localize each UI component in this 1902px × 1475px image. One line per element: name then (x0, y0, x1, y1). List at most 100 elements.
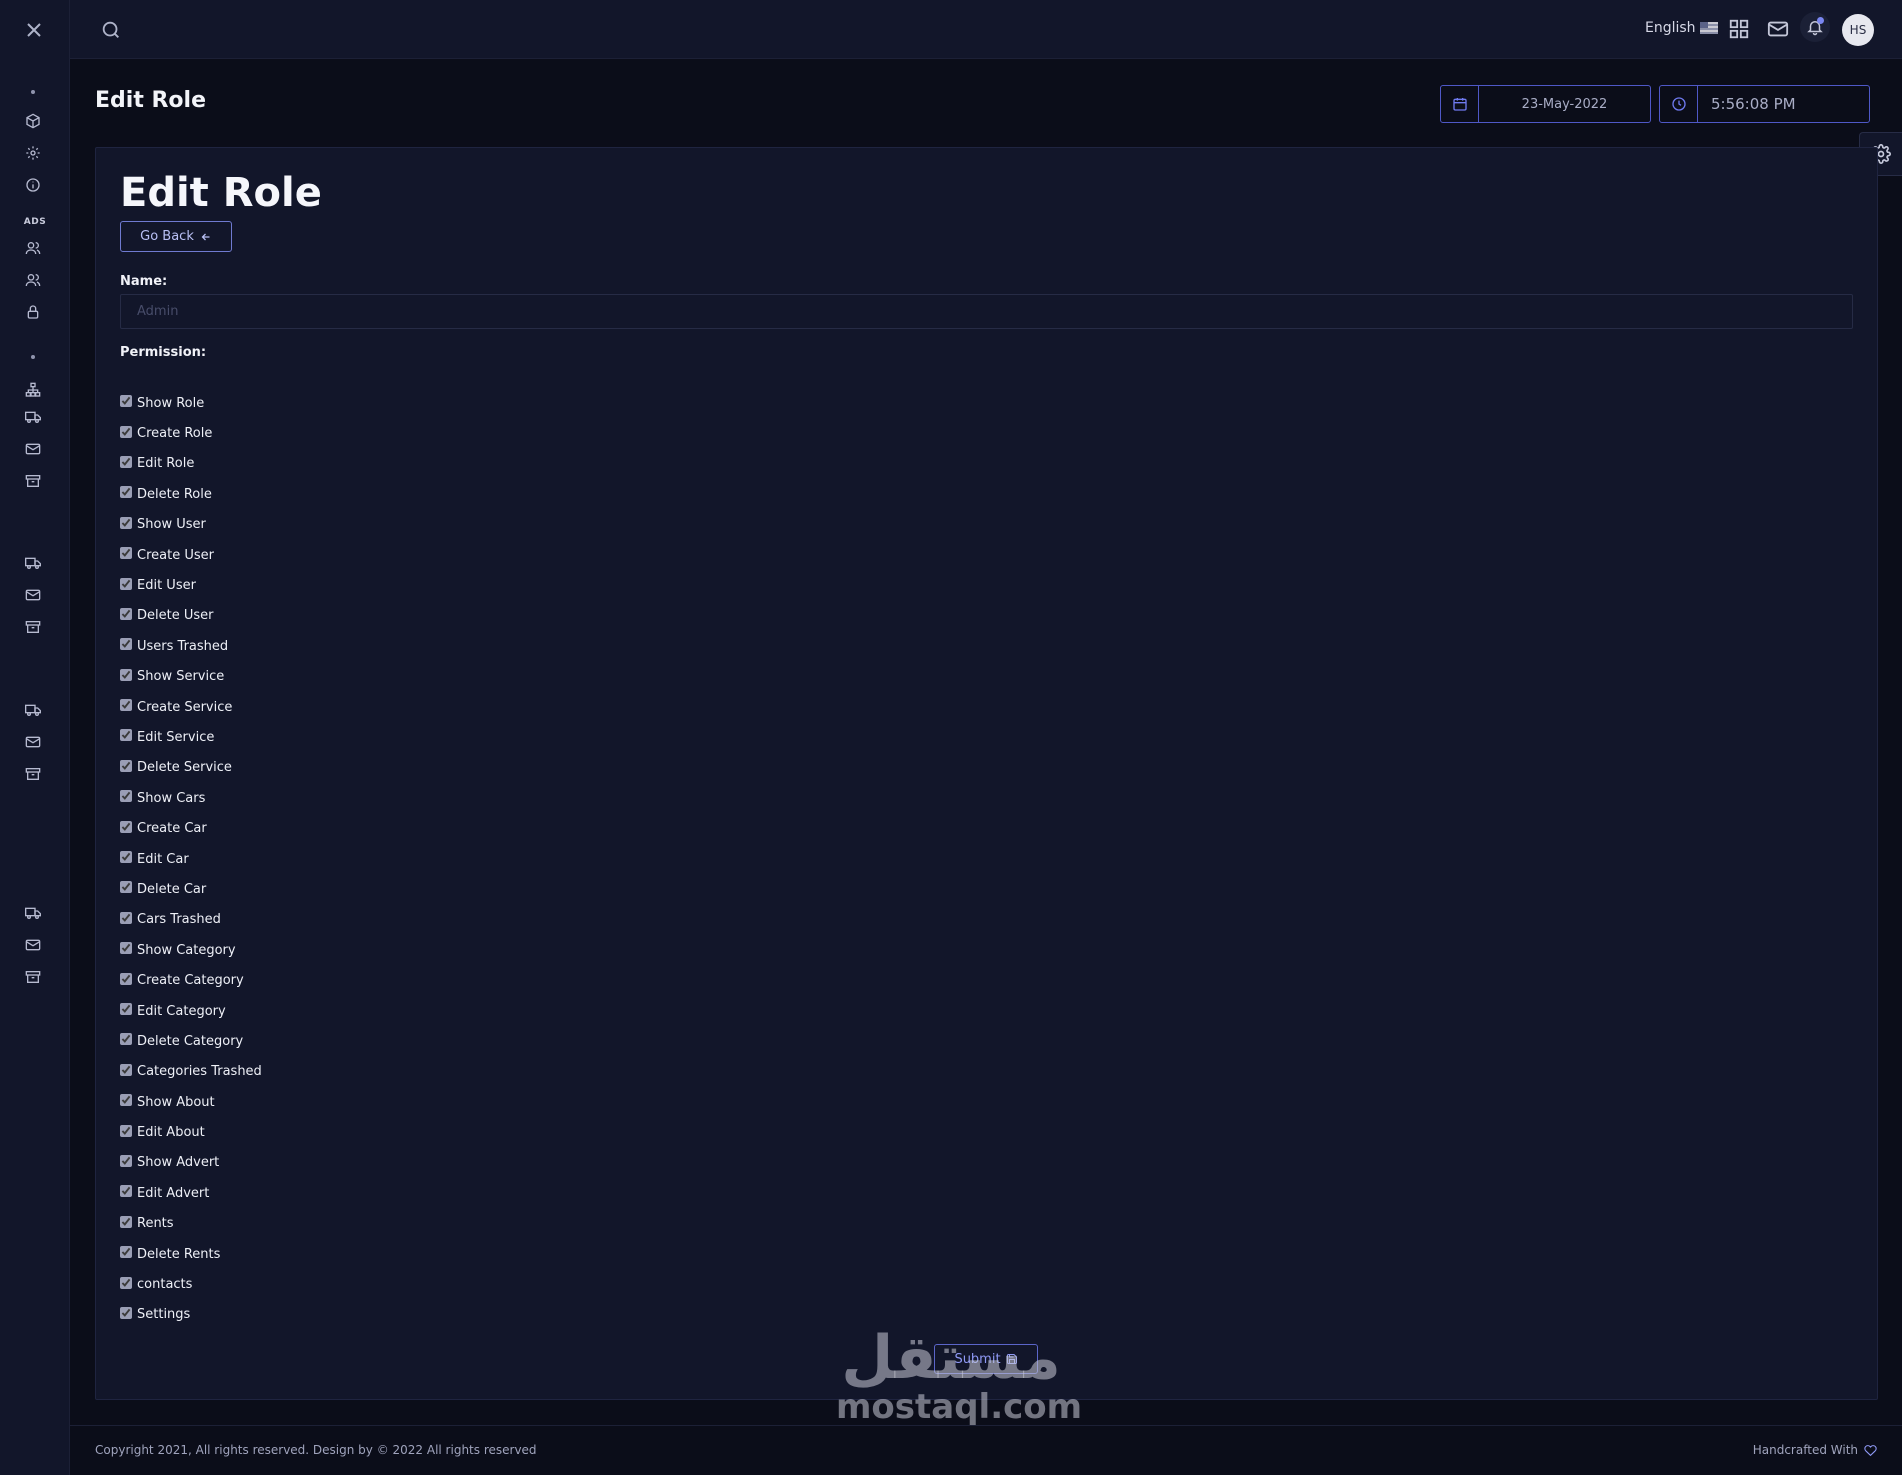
permission-item[interactable]: Categories Trashed (120, 1057, 262, 1087)
mail-icon[interactable] (23, 439, 43, 459)
permission-item[interactable]: Edit Car (120, 844, 262, 874)
permission-item[interactable]: Create Service (120, 692, 262, 722)
search-icon[interactable] (100, 19, 122, 41)
users-icon[interactable] (23, 270, 43, 290)
sidebar-section-dot (31, 90, 35, 94)
archive-icon[interactable] (23, 617, 43, 637)
permission-checkbox[interactable] (120, 516, 132, 529)
permission-item[interactable]: Edit Role (120, 449, 262, 479)
permission-checkbox[interactable] (120, 1124, 132, 1137)
permission-item[interactable]: Delete Car (120, 874, 262, 904)
permission-checkbox[interactable] (120, 699, 132, 712)
permission-checkbox[interactable] (120, 607, 132, 620)
permission-checkbox[interactable] (120, 942, 132, 955)
grid-icon[interactable] (1728, 18, 1750, 40)
permission-item[interactable]: Edit About (120, 1117, 262, 1147)
truck-icon[interactable] (23, 700, 43, 720)
permission-item[interactable]: Show Advert (120, 1148, 262, 1178)
truck-icon[interactable] (23, 407, 43, 427)
permission-item[interactable]: Rents (120, 1209, 262, 1239)
permission-checkbox[interactable] (120, 1003, 132, 1015)
permission-item[interactable]: Show User (120, 510, 262, 540)
permission-checkbox[interactable] (120, 668, 132, 681)
permission-checkbox[interactable] (120, 759, 132, 772)
permission-checkbox[interactable] (120, 577, 132, 590)
footer: Copyright 2021, All rights reserved. Des… (70, 1425, 1902, 1475)
permission-checkbox[interactable] (120, 972, 132, 985)
permission-checkbox[interactable] (120, 1246, 132, 1259)
permission-checkbox[interactable] (120, 547, 132, 560)
truck-icon[interactable] (23, 553, 43, 573)
permission-checkbox[interactable] (120, 911, 132, 924)
permission-checkbox[interactable] (120, 1094, 132, 1107)
permission-checkbox[interactable] (120, 1063, 132, 1076)
permission-item[interactable]: Create Role (120, 418, 262, 448)
permission-checkbox[interactable] (120, 1215, 132, 1228)
permission-item[interactable]: Delete Category (120, 1026, 262, 1056)
permission-item[interactable]: Show Category (120, 935, 262, 965)
permission-checkbox[interactable] (120, 851, 132, 864)
go-back-button[interactable]: Go Back (120, 221, 232, 252)
mail-icon[interactable] (23, 585, 43, 605)
permission-item[interactable]: contacts (120, 1269, 262, 1299)
permission-item[interactable]: Show About (120, 1087, 262, 1117)
us-flag-icon (1699, 22, 1718, 34)
name-field[interactable] (120, 294, 1853, 329)
sitemap-icon[interactable] (23, 380, 43, 400)
permission-label: contacts (137, 1277, 193, 1293)
permission-checkbox[interactable] (120, 820, 132, 833)
permission-checkbox[interactable] (120, 790, 132, 803)
permission-item[interactable]: Users Trashed (120, 631, 262, 661)
permission-item[interactable]: Delete Service (120, 753, 262, 783)
notifications-button[interactable] (1800, 12, 1830, 42)
permission-checkbox[interactable] (120, 638, 132, 651)
permission-item[interactable]: Edit Service (120, 722, 262, 752)
permission-item[interactable]: Show Cars (120, 783, 262, 813)
permission-item[interactable]: Delete User (120, 601, 262, 631)
permission-item[interactable]: Delete Rents (120, 1239, 262, 1269)
submit-button[interactable]: Submit (934, 1344, 1038, 1374)
cube-icon[interactable] (23, 111, 43, 131)
permission-checkbox[interactable] (120, 395, 132, 408)
truck-icon[interactable] (23, 903, 43, 923)
archive-icon[interactable] (23, 764, 43, 784)
permission-checkbox[interactable] (120, 1306, 132, 1319)
mail-icon[interactable] (1767, 18, 1789, 40)
permission-checkbox[interactable] (120, 1185, 132, 1198)
permission-checkbox[interactable] (120, 455, 132, 468)
permission-checkbox[interactable] (120, 881, 132, 894)
permission-item[interactable]: Show Role (120, 388, 262, 418)
mail-icon[interactable] (23, 732, 43, 752)
permission-checkbox[interactable] (120, 486, 132, 499)
users-icon[interactable] (23, 238, 43, 258)
permission-item[interactable]: Show Service (120, 662, 262, 692)
permission-item[interactable]: Create Car (120, 813, 262, 843)
avatar[interactable]: HS (1842, 14, 1874, 46)
archive-icon[interactable] (23, 471, 43, 491)
archive-icon[interactable] (23, 967, 43, 987)
permission-label: Edit Role (137, 456, 195, 472)
page-title: Edit Role (95, 88, 207, 113)
gear-icon[interactable] (23, 143, 43, 163)
language-label: English (1645, 20, 1696, 36)
permission-checkbox[interactable] (120, 1154, 132, 1167)
permission-item[interactable]: Edit User (120, 570, 262, 600)
permission-item[interactable]: Create User (120, 540, 262, 570)
mail-icon[interactable] (23, 935, 43, 955)
permission-checkbox[interactable] (120, 729, 132, 742)
permission-item[interactable]: Cars Trashed (120, 905, 262, 935)
lock-icon[interactable] (23, 302, 43, 322)
permission-checkbox[interactable] (120, 1276, 132, 1289)
close-icon[interactable] (22, 18, 46, 42)
permission-label: Delete Role (137, 486, 212, 502)
permission-label: Delete Rents (137, 1246, 221, 1262)
permission-item[interactable]: Delete Role (120, 479, 262, 509)
info-icon[interactable] (23, 175, 43, 195)
permission-item[interactable]: Create Category (120, 965, 262, 995)
permission-item[interactable]: Edit Advert (120, 1178, 262, 1208)
permission-checkbox[interactable] (120, 425, 132, 438)
permission-item[interactable]: Edit Category (120, 996, 262, 1026)
permission-checkbox[interactable] (120, 1033, 132, 1046)
language-selector[interactable]: English (1645, 20, 1718, 36)
permission-item[interactable]: Settings (120, 1300, 262, 1330)
